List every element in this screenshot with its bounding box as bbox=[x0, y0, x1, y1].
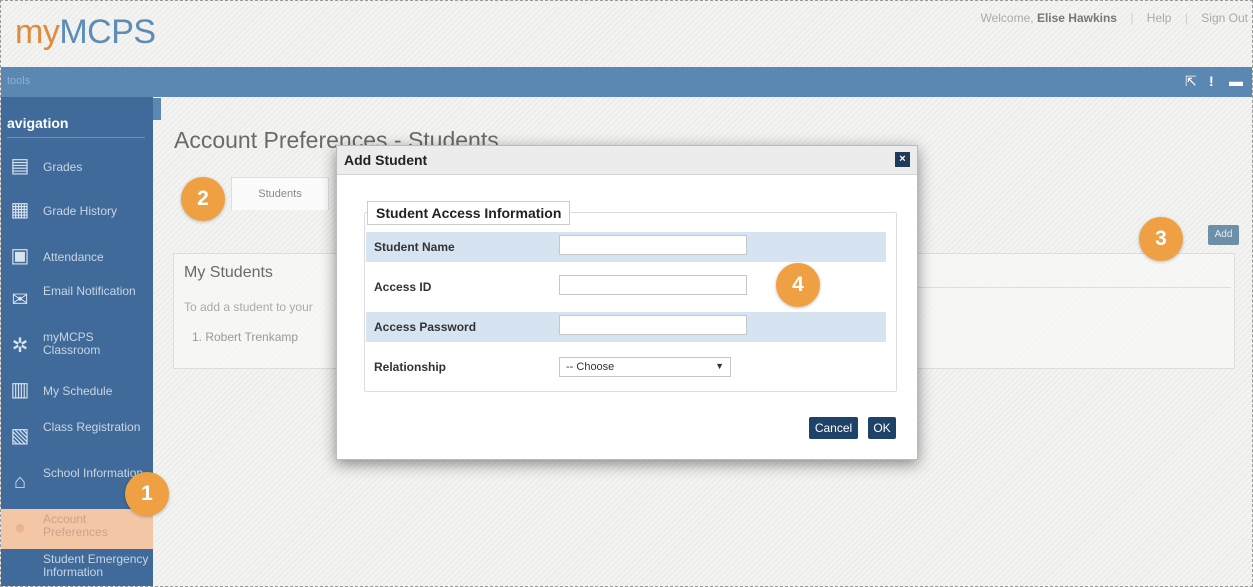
help-link[interactable]: Help bbox=[1147, 11, 1172, 25]
close-icon[interactable]: × bbox=[895, 152, 910, 167]
sidebar-item-account-preferences[interactable]: ● Account Preferences bbox=[1, 509, 153, 549]
page-frame: myMCPS Welcome, Elise Hawkins | Help | S… bbox=[0, 0, 1253, 587]
callout-badge-3: 3 bbox=[1139, 217, 1183, 261]
user-name: Elise Hawkins bbox=[1036, 11, 1117, 25]
student-name-row: Student Name bbox=[366, 232, 886, 262]
relationship-row: Relationship -- Choose ▼ bbox=[366, 352, 886, 382]
navigation-divider bbox=[7, 137, 145, 138]
sidebar-item-mymcps-classroom[interactable]: ✲ myMCPS Classroom bbox=[1, 327, 153, 367]
sidebar-item-label: Grades bbox=[43, 160, 83, 174]
mymcps-logo[interactable]: myMCPS bbox=[15, 13, 156, 52]
dialog-header: Add Student × bbox=[337, 146, 917, 175]
print-icon[interactable]: ▬ bbox=[1229, 73, 1243, 89]
logo-mcps: MCPS bbox=[59, 13, 156, 51]
grade-history-icon: ▦ bbox=[10, 199, 30, 221]
student-name-label: Student Name bbox=[374, 240, 455, 254]
sidebar-item-label: myMCPS Classroom bbox=[43, 330, 101, 357]
attendance-icon: ▣ bbox=[10, 245, 30, 267]
sidebar: avigation ▤ Grades ▦ Grade History ▣ Att… bbox=[1, 97, 153, 586]
grades-icon: ▤ bbox=[10, 155, 30, 177]
welcome-prefix: Welcome, bbox=[980, 11, 1034, 25]
access-password-label: Access Password bbox=[374, 320, 477, 334]
sidebar-item-label: Student Emergency Information bbox=[43, 552, 149, 579]
relationship-select[interactable]: -- Choose ▼ bbox=[559, 357, 731, 377]
my-students-heading: My Students bbox=[184, 264, 273, 281]
my-students-instructions: To add a student to your bbox=[184, 300, 313, 314]
sidebar-item-class-registration[interactable]: ▧ Class Registration bbox=[1, 417, 153, 457]
top-toolbar: tools ⇱ ! ▬ bbox=[1, 67, 1252, 97]
top-links: Welcome, Elise Hawkins | Help | Sign Out bbox=[980, 11, 1248, 25]
sidebar-item-label: Account Preferences bbox=[43, 512, 108, 539]
student-name-input[interactable] bbox=[559, 235, 747, 255]
dialog-title: Add Student bbox=[344, 152, 428, 168]
chevron-down-icon: ▼ bbox=[715, 361, 724, 371]
alert-icon[interactable]: ! bbox=[1209, 73, 1214, 89]
access-id-input[interactable] bbox=[559, 275, 747, 295]
sidebar-collapse-handle[interactable] bbox=[153, 98, 161, 120]
relationship-label: Relationship bbox=[374, 360, 447, 374]
ok-button[interactable]: OK bbox=[868, 417, 896, 439]
account-icon: ● bbox=[13, 517, 27, 539]
callout-badge-2: 2 bbox=[181, 177, 225, 221]
sidebar-item-attendance[interactable]: ▣ Attendance bbox=[1, 237, 153, 277]
schedule-icon: ▥ bbox=[10, 379, 30, 401]
fieldset-legend: Student Access Information bbox=[367, 201, 571, 225]
tab-students[interactable]: Students bbox=[231, 177, 329, 210]
add-student-dialog: Add Student × Student Access Information… bbox=[336, 145, 918, 460]
access-password-input[interactable] bbox=[559, 315, 747, 335]
sidebar-item-grade-history[interactable]: ▦ Grade History bbox=[1, 191, 153, 231]
sidebar-item-label: Email Notification bbox=[43, 284, 136, 298]
registration-icon: ▧ bbox=[10, 425, 30, 447]
relationship-selected-value: -- Choose bbox=[566, 361, 615, 373]
cancel-button[interactable]: Cancel bbox=[809, 417, 858, 439]
sidebar-item-student-emergency-information[interactable]: Student Emergency Information bbox=[1, 549, 153, 586]
toolbar-label: tools bbox=[7, 75, 31, 87]
sidebar-item-label: Grade History bbox=[43, 204, 118, 218]
logo-my: my bbox=[15, 13, 60, 51]
sidebar-item-my-schedule[interactable]: ▥ My Schedule bbox=[1, 371, 153, 411]
access-password-row: Access Password bbox=[366, 312, 886, 342]
sidebar-item-grades[interactable]: ▤ Grades bbox=[1, 147, 153, 187]
student-list-item[interactable]: 1. Robert Trenkamp bbox=[192, 330, 298, 344]
sidebar-item-label: Class Registration bbox=[43, 420, 141, 434]
external-link-icon[interactable]: ⇱ bbox=[1185, 73, 1197, 90]
navigation-title: avigation bbox=[7, 115, 69, 131]
sign-out-link[interactable]: Sign Out bbox=[1201, 11, 1248, 25]
classroom-icon: ✲ bbox=[11, 335, 29, 357]
add-student-button[interactable]: Add bbox=[1208, 225, 1239, 245]
email-icon: ✉ bbox=[11, 289, 29, 311]
sidebar-item-label: My Schedule bbox=[43, 384, 113, 398]
access-id-label: Access ID bbox=[374, 280, 432, 294]
callout-badge-1: 1 bbox=[125, 472, 169, 516]
sidebar-item-label: Attendance bbox=[43, 250, 104, 264]
sidebar-item-email-notification[interactable]: ✉ Email Notification bbox=[1, 281, 153, 321]
callout-badge-4: 4 bbox=[776, 263, 820, 307]
school-icon: ⌂ bbox=[13, 471, 27, 493]
